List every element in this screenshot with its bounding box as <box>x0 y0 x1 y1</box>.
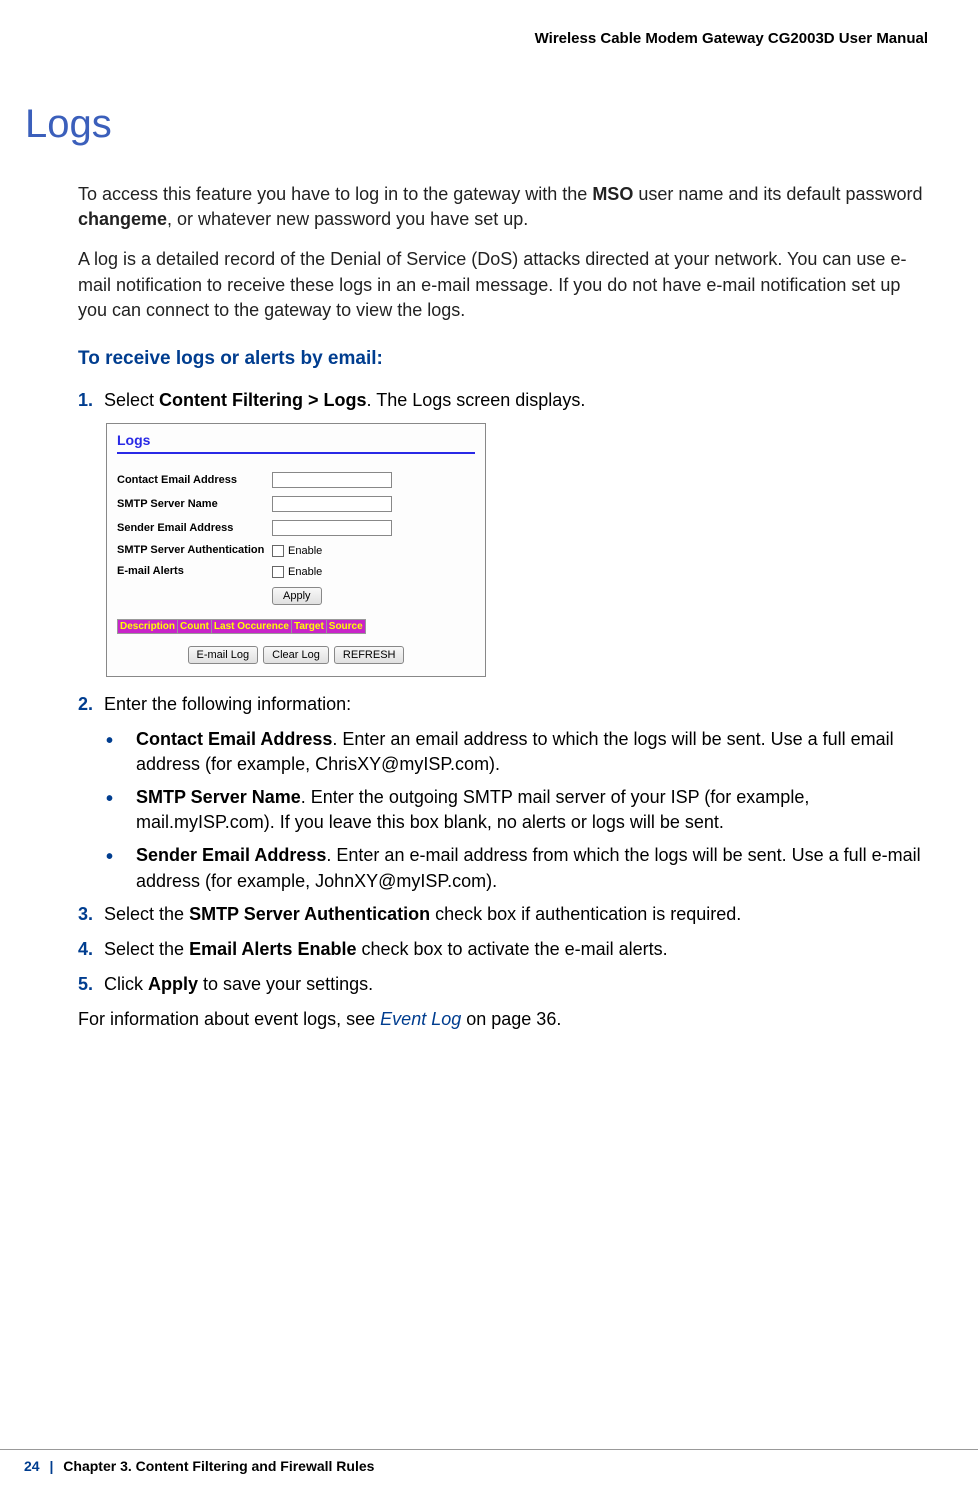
bold-path: Content Filtering > Logs <box>159 390 367 410</box>
step-number: 4. <box>78 937 104 962</box>
smtp-auth-row: SMTP Server Authentication Enable <box>117 544 475 557</box>
refresh-button[interactable]: REFRESH <box>334 646 405 664</box>
email-alerts-checkbox[interactable] <box>272 566 284 578</box>
enable-label: Enable <box>288 545 322 557</box>
smtp-server-row: SMTP Server Name <box>117 496 475 512</box>
step-5: 5.Click Apply to save your settings. <box>78 972 928 997</box>
bold: Email Alerts Enable <box>189 939 356 959</box>
bold: Apply <box>148 974 198 994</box>
page-number: 24 <box>24 1458 40 1474</box>
bold-mso: MSO <box>592 184 633 204</box>
bullet-sender-email: Sender Email Address. Enter an e-mail ad… <box>106 843 928 893</box>
chapter-title: Chapter 3. Content Filtering and Firewal… <box>63 1458 374 1474</box>
clear-log-button[interactable]: Clear Log <box>263 646 329 664</box>
text: check box to activate the e-mail alerts. <box>356 939 667 959</box>
enable-label: Enable <box>288 566 322 578</box>
step-3: 3.Select the SMTP Server Authentication … <box>78 902 928 927</box>
contact-email-row: Contact Email Address <box>117 472 475 488</box>
logs-screenshot: Logs Contact Email Address SMTP Server N… <box>106 423 486 676</box>
step-2: 2.Enter the following information: <box>78 692 928 717</box>
text: on page 36. <box>461 1009 561 1029</box>
email-log-button[interactable]: E-mail Log <box>188 646 259 664</box>
smtp-server-input[interactable] <box>272 496 392 512</box>
bullet-bold: Contact Email Address <box>136 729 332 749</box>
apply-button[interactable]: Apply <box>272 587 322 605</box>
contact-email-input[interactable] <box>272 472 392 488</box>
th-description: Description <box>117 619 178 634</box>
text: to save your settings. <box>198 974 373 994</box>
bold: SMTP Server Authentication <box>189 904 430 924</box>
smtp-auth-label: SMTP Server Authentication <box>117 544 272 557</box>
page-footer: 24 | Chapter 3. Content Filtering and Fi… <box>0 1449 978 1474</box>
intro-paragraph-2: A log is a detailed record of the Denial… <box>78 247 928 323</box>
step-1: 1.Select Content Filtering > Logs. The L… <box>78 388 928 413</box>
subheading: To receive logs or alerts by email: <box>78 348 928 370</box>
smtp-auth-checkbox[interactable] <box>272 545 284 557</box>
step-4: 4.Select the Email Alerts Enable check b… <box>78 937 928 962</box>
text: check box if authentication is required. <box>430 904 741 924</box>
text: Select the <box>104 904 189 924</box>
smtp-server-label: SMTP Server Name <box>117 498 272 511</box>
step-number: 3. <box>78 902 104 927</box>
final-paragraph: For information about event logs, see Ev… <box>78 1007 928 1032</box>
text: For information about event logs, see <box>78 1009 380 1029</box>
text: To access this feature you have to log i… <box>78 184 592 204</box>
contact-email-label: Contact Email Address <box>117 474 272 487</box>
bold-changeme: changeme <box>78 209 167 229</box>
step-number: 1. <box>78 388 104 413</box>
screenshot-divider <box>117 452 475 454</box>
bullet-bold: Sender Email Address <box>136 845 326 865</box>
bullet-smtp-server: SMTP Server Name. Enter the outgoing SMT… <box>106 785 928 835</box>
intro-paragraph-1: To access this feature you have to log i… <box>78 182 928 232</box>
email-alerts-row: E-mail Alerts Enable <box>117 565 475 578</box>
th-target: Target <box>291 619 327 634</box>
log-table-headers: DescriptionCountLast OccurenceTargetSour… <box>117 619 475 634</box>
text: Click <box>104 974 148 994</box>
email-alerts-label: E-mail Alerts <box>117 565 272 578</box>
bullet-contact-email: Contact Email Address. Enter an email ad… <box>106 727 928 777</box>
header-title: Wireless Cable Modem Gateway CG2003D Use… <box>50 30 928 47</box>
text: Select <box>104 390 159 410</box>
bullet-bold: SMTP Server Name <box>136 787 301 807</box>
text: , or whatever new password you have set … <box>167 209 528 229</box>
text: Select the <box>104 939 189 959</box>
bottom-buttons: E-mail Log Clear Log REFRESH <box>117 646 475 664</box>
sender-email-label: Sender Email Address <box>117 522 272 535</box>
sender-email-row: Sender Email Address <box>117 520 475 536</box>
th-count: Count <box>177 619 212 634</box>
th-last-occurence: Last Occurence <box>211 619 292 634</box>
step-number: 5. <box>78 972 104 997</box>
th-source: Source <box>326 619 366 634</box>
text: Enter the following information: <box>104 694 351 714</box>
page-title: Logs <box>25 102 928 147</box>
apply-button-container: Apply <box>272 587 475 605</box>
sender-email-input[interactable] <box>272 520 392 536</box>
text: user name and its default password <box>633 184 922 204</box>
text: . The Logs screen displays. <box>367 390 586 410</box>
step-number: 2. <box>78 692 104 717</box>
footer-divider: | <box>49 1458 53 1474</box>
event-log-link[interactable]: Event Log <box>380 1009 461 1029</box>
screenshot-title: Logs <box>117 432 475 448</box>
